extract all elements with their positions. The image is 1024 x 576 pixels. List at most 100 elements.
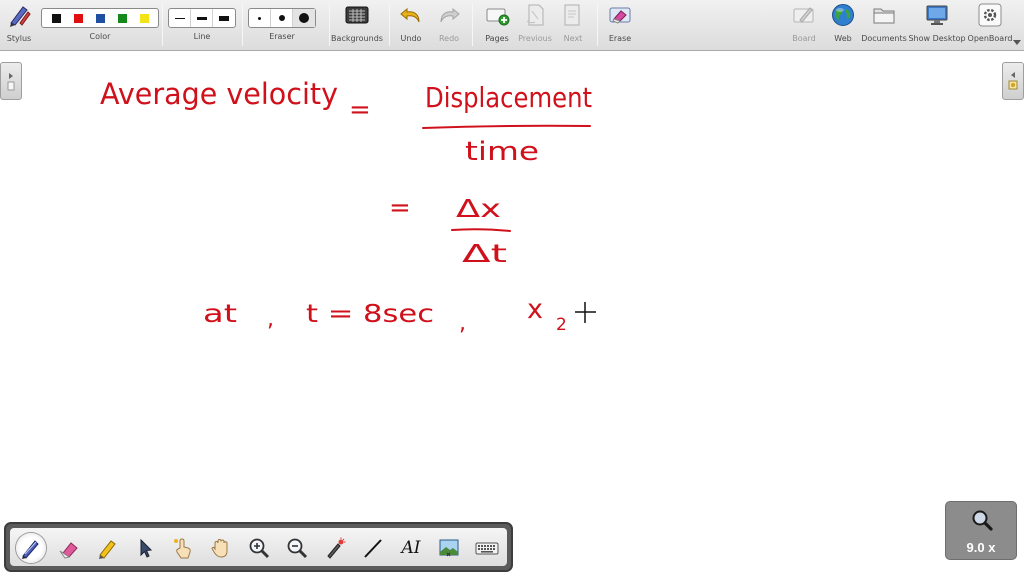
delta-x-text: Δx (456, 194, 501, 223)
displacement-text: Displacement (425, 81, 592, 114)
redo-arrow-icon (437, 0, 461, 30)
at-text: at (203, 299, 237, 328)
eraser-medium-option[interactable] (271, 9, 293, 27)
comma-1: , (267, 307, 274, 332)
next-label: Next (563, 34, 583, 43)
color-red-swatch[interactable] (67, 9, 89, 27)
fraction-bar-2 (451, 228, 511, 232)
line-tool-button[interactable] (358, 533, 388, 563)
show-desktop-button[interactable]: Show Desktop (908, 0, 966, 50)
web-label: Web (834, 34, 852, 43)
eraser-label: Eraser (269, 32, 295, 41)
tool-palette: AI (4, 522, 513, 572)
pages-button[interactable]: Pages (481, 0, 513, 50)
color-green-swatch[interactable] (111, 9, 133, 27)
laser-pointer-tool-button[interactable] (320, 533, 350, 563)
eraser-small-option[interactable] (249, 9, 271, 27)
line-width-options (168, 8, 236, 28)
web-button[interactable]: Web (827, 0, 859, 50)
erase-board-icon (607, 0, 633, 30)
globe-icon (830, 0, 856, 30)
board-button[interactable]: Board (788, 0, 820, 50)
eraser-large-option[interactable] (293, 9, 315, 27)
undo-label: Undo (400, 34, 422, 43)
add-page-icon (484, 0, 510, 30)
openboard-dropdown-arrow-icon[interactable] (1013, 40, 1021, 45)
next-page-icon (562, 0, 584, 30)
line-tool-icon (364, 539, 382, 558)
tool-palette-body: AI (10, 528, 507, 566)
color-black-swatch[interactable] (45, 9, 67, 27)
color-yellow-swatch[interactable] (133, 9, 155, 27)
stylus-button[interactable]: Stylus (4, 0, 34, 50)
text-tool-icon: AI (401, 538, 421, 558)
toolbar-divider (389, 4, 390, 46)
whiteboard-canvas[interactable]: Average velocity = Displacement time = Δ… (0, 52, 1024, 576)
redo-label: Redo (438, 34, 460, 43)
stylus-icon (6, 0, 32, 30)
toolbar-divider (329, 4, 330, 46)
erase-board-button[interactable]: Erase (604, 0, 636, 50)
laser-pointer-tool-icon (327, 537, 346, 559)
stylus-label: Stylus (6, 34, 32, 43)
previous-page-icon (524, 0, 546, 30)
magnifier-icon (972, 510, 993, 531)
openboard-label: OpenBoard (967, 34, 1013, 43)
selector-tool-button[interactable] (130, 533, 160, 563)
capture-tool-icon (439, 539, 459, 557)
text-tool-button[interactable]: AI (396, 533, 426, 563)
documents-button[interactable]: Documents (861, 0, 907, 50)
main-toolbar: Stylus Color Line Eraser Backgrounds Und… (0, 0, 1024, 51)
zoom-out-tool-button[interactable] (282, 533, 312, 563)
marker-tool-icon (99, 540, 116, 559)
fraction-bar-1 (422, 124, 591, 129)
line-thick-option[interactable] (213, 9, 235, 27)
redo-button[interactable]: Redo (434, 0, 464, 50)
pages-label: Pages (485, 34, 509, 43)
line-thin-option[interactable] (169, 9, 191, 27)
equals-sign-2: = (389, 193, 411, 223)
t-equals-8sec-text: t = 8sec (306, 299, 434, 328)
average-velocity-text: Average velocity (100, 77, 338, 111)
zoom-in-tool-icon (249, 538, 270, 559)
board-label: Board (792, 34, 816, 43)
line-medium-option[interactable] (191, 9, 213, 27)
line-width-selector: Line (168, 0, 236, 50)
erase-label: Erase (608, 34, 632, 43)
previous-page-button[interactable]: Previous (517, 0, 553, 50)
zoom-out-tool-icon (287, 538, 308, 559)
toolbar-divider (472, 4, 473, 46)
comma-2: , (459, 311, 466, 336)
marker-tool-button[interactable] (92, 533, 122, 563)
equals-sign-1: = (349, 95, 371, 125)
handwritten-notes: Average velocity = Displacement time = Δ… (100, 77, 596, 336)
eraser-tool-button[interactable] (54, 533, 84, 563)
hand-tool-icon (211, 538, 228, 558)
time-text: time (465, 137, 539, 167)
zoom-in-tool-button[interactable] (244, 533, 274, 563)
next-page-button[interactable]: Next (557, 0, 589, 50)
hand-tool-button[interactable] (206, 533, 236, 563)
undo-button[interactable]: Undo (396, 0, 426, 50)
capture-tool-button[interactable] (434, 533, 464, 563)
previous-label: Previous (518, 34, 552, 43)
interact-tool-button[interactable] (168, 533, 198, 563)
color-swatches (41, 8, 159, 28)
color-selector: Color (41, 0, 159, 50)
toolbar-divider (597, 4, 598, 46)
interact-tool-icon (174, 538, 191, 559)
selector-tool-icon (140, 538, 153, 558)
backgrounds-button[interactable]: Backgrounds (331, 0, 383, 50)
line-label: Line (193, 32, 211, 41)
color-blue-swatch[interactable] (89, 9, 111, 27)
backgrounds-icon (344, 0, 370, 30)
eraser-size-selector: Eraser (248, 0, 316, 50)
color-label: Color (89, 32, 111, 41)
monitor-icon (924, 0, 950, 30)
folder-icon (871, 0, 897, 30)
zoom-indicator[interactable]: 9.0 x (945, 501, 1017, 560)
pen-tool-button[interactable] (16, 533, 46, 563)
virtual-keyboard-tool-button[interactable] (472, 533, 502, 563)
zoom-level-label: 9.0 x (966, 540, 996, 555)
openboard-menu-button[interactable]: OpenBoard (967, 0, 1013, 50)
